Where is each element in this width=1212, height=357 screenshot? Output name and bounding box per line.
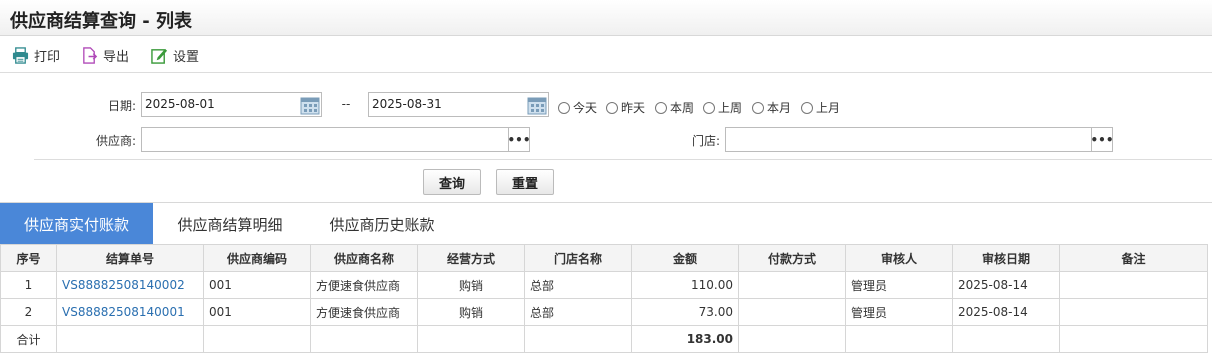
cell-amount: 110.00 [631, 271, 739, 299]
cell-supplier-name: 方便速食供应商 [310, 298, 418, 326]
radio-last-week[interactable]: 上周 [703, 99, 742, 116]
tab-supplier-payments[interactable]: 供应商实付账款 [0, 203, 153, 245]
cell-total-amount: 183.00 [631, 325, 739, 353]
table-total-row: 合计 183.00 [0, 325, 1208, 353]
table-row[interactable]: 2 VS88882508140001 001 方便速食供应商 购销 总部 73.… [0, 298, 1208, 326]
export-icon [83, 46, 98, 64]
cell-review-date: 2025-08-14 [952, 298, 1060, 326]
supplier-input[interactable] [141, 127, 509, 152]
cell-payment-method [738, 271, 846, 299]
col-header[interactable]: 序号 [0, 244, 57, 272]
export-label: 导出 [103, 49, 130, 65]
page-title: 供应商结算查询 - 列表 [10, 11, 193, 32]
edit-settings-icon [151, 48, 168, 64]
printer-icon [12, 46, 29, 64]
store-label: 门店: [691, 134, 720, 148]
col-header[interactable]: 金额 [631, 244, 739, 272]
col-header[interactable]: 结算单号 [56, 244, 204, 272]
store-picker-button[interactable]: ••• [1091, 127, 1114, 152]
table-row[interactable]: 1 VS88882508140002 001 方便速食供应商 购销 总部 110… [0, 271, 1208, 299]
col-header[interactable]: 付款方式 [738, 244, 846, 272]
date-from-input[interactable]: 2025-08-01 [141, 92, 322, 117]
cell-business-mode: 购销 [417, 298, 525, 326]
cell-supplier-name: 方便速食供应商 [310, 271, 418, 299]
col-header[interactable]: 审核人 [845, 244, 953, 272]
cell-reviewer: 管理员 [845, 298, 953, 326]
filter-panel: 日期: 2025-08-01 -- 2025-08-31 今天 昨天 本周 上周… [0, 74, 1212, 202]
cell-total-label: 合计 [0, 325, 57, 353]
col-header[interactable]: 供应商名称 [310, 244, 418, 272]
radio-this-week[interactable]: 本周 [655, 99, 694, 116]
tab-bar: 供应商实付账款 供应商结算明细 供应商历史账款 [0, 202, 1212, 245]
cell-settlement-no-link[interactable]: VS88882508140001 [56, 298, 204, 326]
calendar-icon[interactable] [526, 94, 548, 116]
date-separator: -- [341, 97, 351, 111]
date-label: 日期: [107, 99, 136, 113]
cell-remark [1059, 298, 1208, 326]
col-header[interactable]: 门店名称 [524, 244, 632, 272]
settings-button[interactable]: 设置 [151, 45, 199, 65]
cell-business-mode: 购销 [417, 271, 525, 299]
title-bar: 供应商结算查询 - 列表 [0, 0, 1212, 36]
radio-today[interactable]: 今天 [558, 99, 597, 116]
store-input[interactable] [725, 127, 1092, 152]
radio-yesterday[interactable]: 昨天 [606, 99, 645, 116]
settings-label: 设置 [173, 49, 200, 65]
cell-index: 1 [0, 271, 57, 299]
cell-remark [1059, 271, 1208, 299]
query-button[interactable]: 查询 [423, 169, 481, 195]
cell-supplier-code: 001 [203, 298, 311, 326]
cell-index: 2 [0, 298, 57, 326]
cell-supplier-code: 001 [203, 271, 311, 299]
reset-button[interactable]: 重置 [496, 169, 554, 195]
cell-payment-method [738, 298, 846, 326]
col-header[interactable]: 备注 [1059, 244, 1208, 272]
cell-store-name: 总部 [524, 298, 632, 326]
print-button[interactable]: 打印 [12, 45, 60, 65]
settlement-table: 序号 结算单号 供应商编码 供应商名称 经营方式 门店名称 金额 付款方式 审核… [0, 244, 1208, 353]
cell-amount: 73.00 [631, 298, 739, 326]
table-header: 序号 结算单号 供应商编码 供应商名称 经营方式 门店名称 金额 付款方式 审核… [0, 244, 1208, 272]
col-header[interactable]: 供应商编码 [203, 244, 311, 272]
radio-last-month[interactable]: 上月 [801, 99, 840, 116]
supplier-picker-button[interactable]: ••• [508, 127, 531, 152]
cell-reviewer: 管理员 [845, 271, 953, 299]
cell-settlement-no-link[interactable]: VS88882508140002 [56, 271, 204, 299]
toolbar: 打印 导出 设置 [0, 37, 1212, 73]
supplier-label: 供应商: [95, 134, 136, 148]
cell-store-name: 总部 [524, 271, 632, 299]
tab-history-accounts[interactable]: 供应商历史账款 [312, 203, 452, 245]
tab-settlement-details[interactable]: 供应商结算明细 [160, 203, 300, 245]
col-header[interactable]: 经营方式 [417, 244, 525, 272]
cell-review-date: 2025-08-14 [952, 271, 1060, 299]
date-to-input[interactable]: 2025-08-31 [368, 92, 549, 117]
calendar-icon[interactable] [299, 94, 321, 116]
print-label: 打印 [34, 49, 61, 65]
col-header[interactable]: 审核日期 [952, 244, 1060, 272]
radio-this-month[interactable]: 本月 [752, 99, 791, 116]
filter-divider [34, 159, 1212, 160]
export-button[interactable]: 导出 [81, 45, 129, 65]
